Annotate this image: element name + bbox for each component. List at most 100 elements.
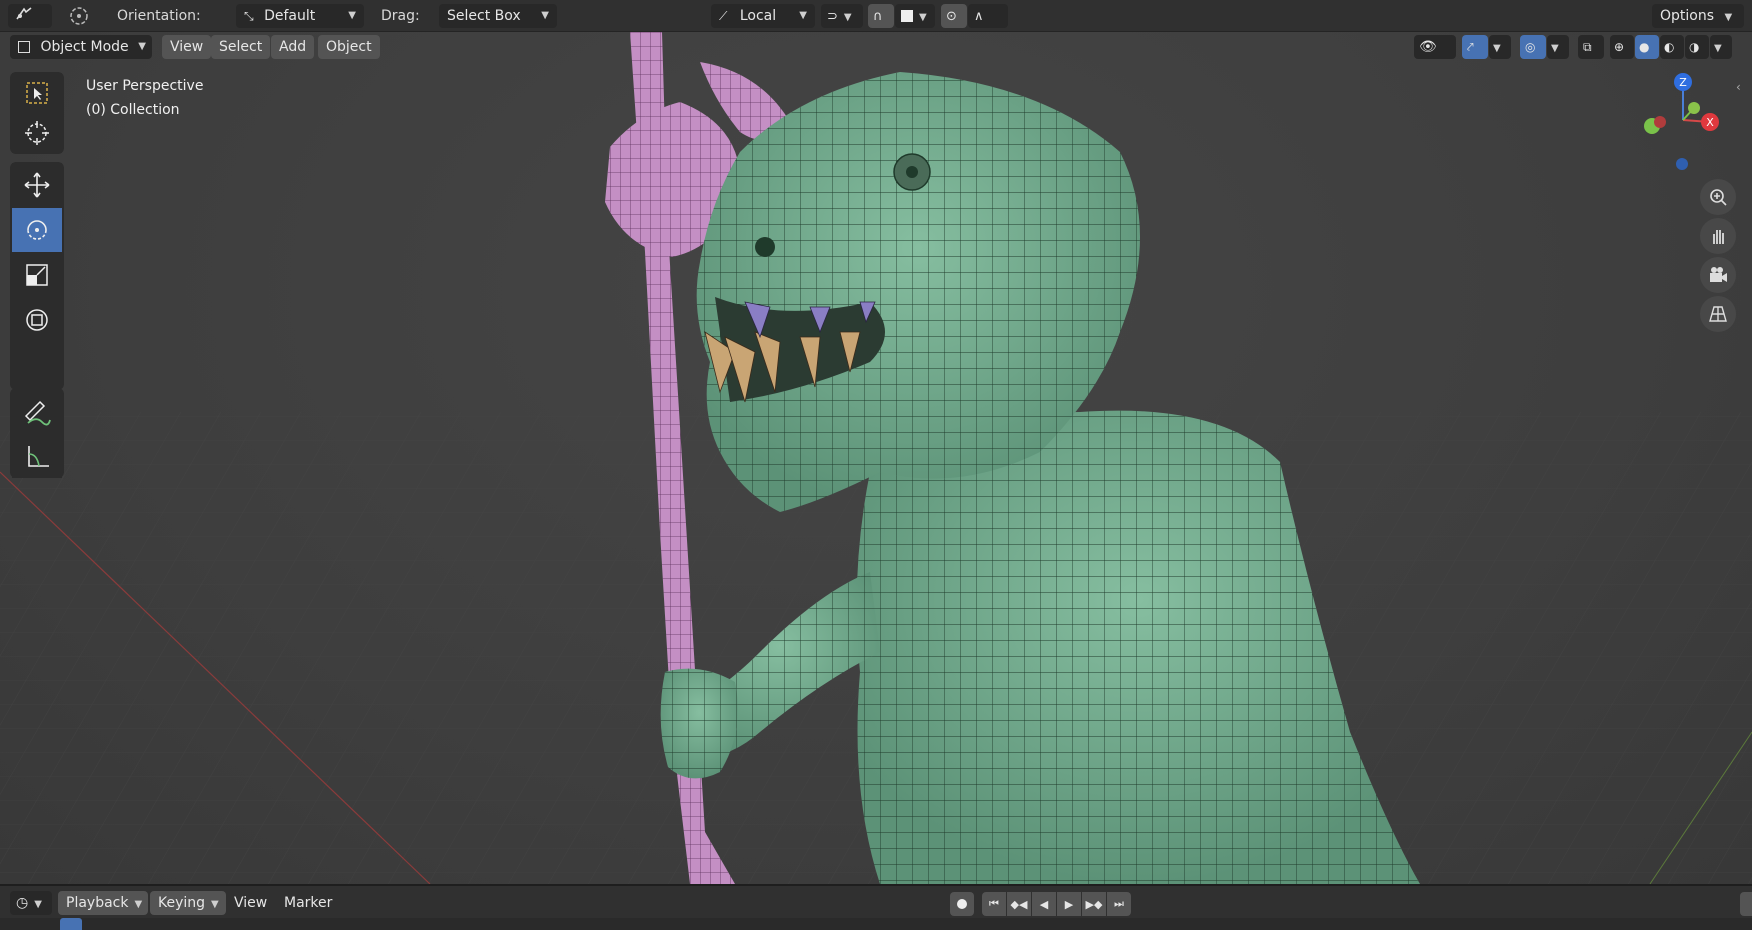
- grid-perspective-icon: [1709, 306, 1727, 322]
- chevron-down-icon: ▼: [1724, 12, 1733, 23]
- menu-add[interactable]: Add: [271, 35, 315, 59]
- menu-object[interactable]: Object: [318, 35, 380, 59]
- snap-target-dropdown[interactable]: ▼: [895, 4, 935, 28]
- navigation-gizmo[interactable]: Z X: [1638, 70, 1728, 170]
- shading-wireframe-button[interactable]: ⊕: [1610, 35, 1634, 59]
- falloff-dropdown[interactable]: ∧: [968, 4, 1008, 28]
- options-dropdown[interactable]: Options ▼: [1652, 4, 1744, 28]
- magnet-icon: ∩: [873, 9, 883, 24]
- editor-type-button[interactable]: [8, 4, 52, 28]
- gizmo-icon: ⤤: [1467, 40, 1474, 54]
- timeline-marker-menu[interactable]: Marker: [276, 891, 340, 915]
- shading-solid-button[interactable]: ●: [1635, 35, 1659, 59]
- chevron-down-icon: ▼: [1714, 43, 1722, 54]
- 3d-viewport[interactable]: Object Mode ▼ View Select Add Object 👁 ⤤…: [0, 32, 1752, 884]
- tool-move[interactable]: [12, 163, 62, 207]
- wireframe-sphere-icon: ⊕: [1614, 40, 1625, 54]
- clock-icon: ◷: [16, 895, 29, 911]
- mode-dropdown[interactable]: Object Mode ▼: [10, 35, 152, 59]
- rendered-sphere-icon: ◑: [1689, 40, 1700, 54]
- tool-cursor[interactable]: [12, 113, 62, 153]
- next-keyframe-button[interactable]: ▶◆: [1082, 892, 1106, 916]
- play-reverse-icon: ◀: [1039, 897, 1049, 911]
- tool-measure[interactable]: [12, 434, 62, 478]
- timeline-editor-type-button[interactable]: ◷ ▼: [10, 891, 52, 915]
- timeline-scroll-handle[interactable]: [1740, 892, 1752, 916]
- snap-toggle-button[interactable]: ∩: [868, 4, 894, 28]
- drag-value: Select Box: [447, 8, 521, 24]
- shading-rendered-button[interactable]: ◑: [1685, 35, 1709, 59]
- chevron-down-icon: ▼: [348, 10, 356, 21]
- chevron-down-icon: ▼: [843, 12, 852, 23]
- tool-select-box[interactable]: [12, 73, 62, 112]
- playback-menu[interactable]: Playback ▼: [58, 891, 148, 915]
- tool-annotate[interactable]: [12, 390, 62, 434]
- xray-toggle-button[interactable]: ⧉: [1578, 35, 1604, 59]
- chevron-down-icon: ▼: [799, 10, 807, 21]
- chevron-down-icon: ▼: [138, 41, 146, 52]
- gizmo-neg-z: [1676, 158, 1688, 170]
- jump-end-button[interactable]: ⏭: [1107, 892, 1131, 916]
- tool-transform[interactable]: [12, 298, 62, 342]
- visibility-dropdown[interactable]: 👁: [1414, 35, 1456, 59]
- transform-icon: [26, 309, 48, 331]
- material-sphere-icon: ◐: [1664, 40, 1675, 54]
- tool-rotate[interactable]: [12, 208, 62, 252]
- orientation-icon: ⤡: [244, 9, 254, 23]
- snap-icon: ⊃: [827, 9, 838, 24]
- proportional-edit-icon: ⊙: [946, 9, 957, 24]
- orientation-dropdown[interactable]: ⤡ Default ▼: [236, 4, 364, 28]
- cursor-icon: [25, 121, 49, 145]
- sidebar-toggle-icon[interactable]: ‹: [1736, 80, 1741, 94]
- transform-pivot-dropdown[interactable]: ⟋ Local ▼: [711, 4, 815, 28]
- select-box-icon: [26, 81, 48, 104]
- current-frame-indicator[interactable]: [60, 918, 82, 930]
- menu-select[interactable]: Select: [211, 35, 271, 59]
- drag-label: Drag:: [381, 8, 420, 24]
- chevron-down-icon: ▼: [1551, 43, 1559, 54]
- playback-label: Playback: [66, 895, 129, 911]
- tool-scale[interactable]: [12, 253, 62, 297]
- overlays-dropdown[interactable]: ▼: [1547, 35, 1569, 59]
- snap-dropdown[interactable]: ⊃ ▼: [821, 4, 863, 28]
- gizmo-x-label: X: [1706, 116, 1714, 129]
- timeline-view-menu[interactable]: View: [226, 891, 275, 915]
- perspective-toggle-button[interactable]: [1700, 296, 1736, 332]
- prev-keyframe-icon: ◆◀: [1010, 897, 1028, 911]
- play-icon: ▶: [1064, 897, 1074, 911]
- rotate-icon: [27, 220, 47, 240]
- gizmo-neg-x: [1654, 116, 1666, 128]
- frame-ruler[interactable]: [0, 918, 1752, 930]
- overlays-toggle-button[interactable]: ◎: [1520, 35, 1546, 59]
- chevron-down-icon: ▼: [211, 899, 219, 910]
- orientation-value: Default: [264, 8, 316, 24]
- viewport-scene: [0, 32, 1752, 884]
- square-icon: [901, 10, 913, 22]
- menu-view[interactable]: View: [162, 35, 212, 59]
- gizmo-z-label: Z: [1679, 76, 1687, 89]
- pan-button[interactable]: [1700, 218, 1736, 254]
- object-mode-icon: [18, 41, 30, 53]
- next-keyframe-icon: ▶◆: [1085, 897, 1103, 911]
- shading-material-button[interactable]: ◐: [1660, 35, 1684, 59]
- tool-settings-bar: Orientation: ⤡ Default ▼ Drag: Select Bo…: [0, 0, 1752, 32]
- jump-end-icon: ⏭: [1114, 897, 1124, 910]
- shading-dropdown[interactable]: ▼: [1710, 35, 1732, 59]
- zoom-button[interactable]: [1700, 179, 1736, 215]
- prev-keyframe-button[interactable]: ◆◀: [1007, 892, 1031, 916]
- move-icon: [24, 172, 50, 198]
- falloff-curve-icon: ∧: [974, 9, 984, 24]
- mode-value: Object Mode: [40, 39, 129, 55]
- drag-dropdown[interactable]: Select Box ▼: [439, 4, 557, 28]
- jump-start-button[interactable]: ⏮: [982, 892, 1006, 916]
- proportional-edit-button[interactable]: ⊙: [941, 4, 967, 28]
- gizmo-dropdown[interactable]: ▼: [1489, 35, 1511, 59]
- record-icon: [957, 899, 967, 909]
- play-button[interactable]: ▶: [1057, 892, 1081, 916]
- gizmo-toggle-button[interactable]: ⤤: [1462, 35, 1488, 59]
- camera-view-button[interactable]: [1700, 257, 1736, 293]
- keying-menu[interactable]: Keying ▼: [150, 891, 226, 915]
- play-reverse-button[interactable]: ◀: [1032, 892, 1056, 916]
- record-button[interactable]: [950, 892, 974, 916]
- collection-label: (0) Collection: [86, 102, 180, 118]
